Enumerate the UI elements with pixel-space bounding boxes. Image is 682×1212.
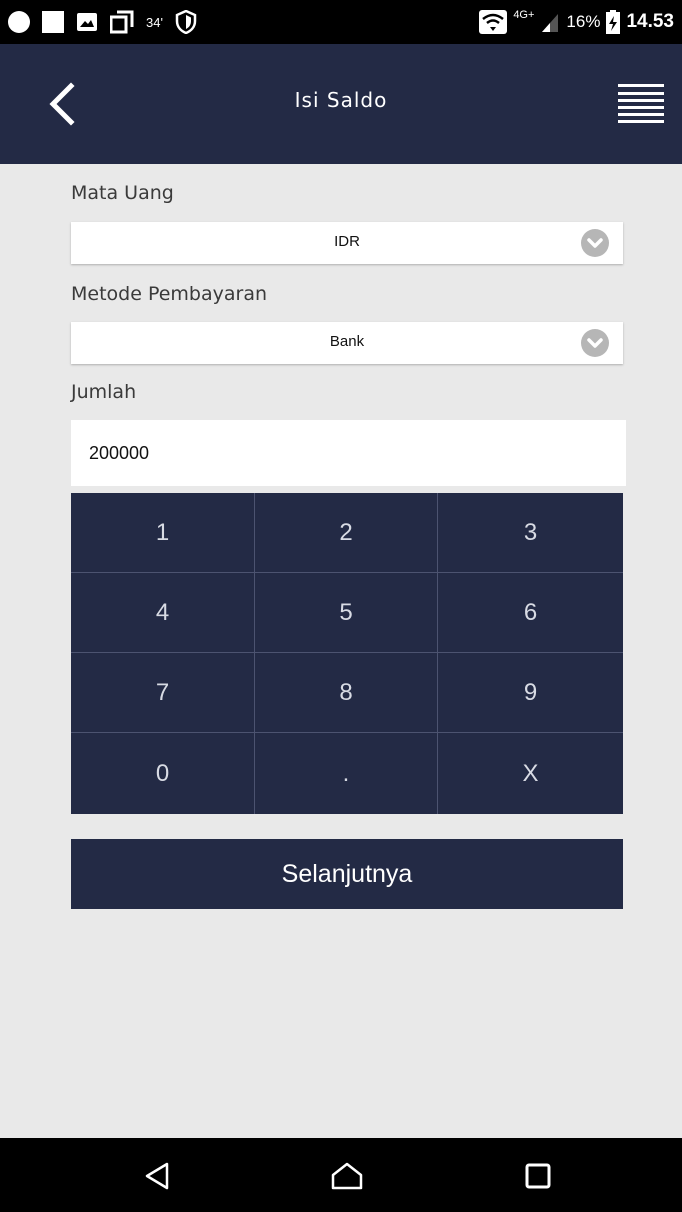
window-icon (110, 10, 134, 34)
key-8[interactable]: 8 (255, 653, 438, 733)
key-5[interactable]: 5 (255, 573, 438, 653)
key-9[interactable]: 9 (438, 653, 623, 733)
nav-recents-button[interactable] (518, 1156, 558, 1196)
app-bar: Isi Saldo (0, 44, 682, 164)
amount-input[interactable]: 200000 (71, 420, 626, 486)
nav-back-button[interactable] (138, 1156, 178, 1196)
key-clear[interactable]: X (438, 733, 623, 814)
key-decimal[interactable]: . (255, 733, 438, 814)
key-0[interactable]: 0 (71, 733, 255, 814)
menu-button[interactable] (618, 84, 664, 126)
numeric-keypad: 1 2 3 4 5 6 7 8 9 0 . X (71, 493, 623, 814)
chevron-down-icon (581, 229, 609, 257)
signal-icon (542, 14, 559, 32)
amount-value: 200000 (89, 443, 150, 463)
amount-label: Jumlah (71, 381, 137, 403)
circle-icon (8, 11, 30, 33)
recents-icon (525, 1163, 551, 1189)
key-7[interactable]: 7 (71, 653, 255, 733)
battery-percent: 16% (566, 12, 601, 31)
clock: 14.53 (626, 11, 674, 32)
payment-method-label: Metode Pembayaran (71, 283, 268, 305)
wifi-icon (479, 10, 508, 34)
key-6[interactable]: 6 (438, 573, 623, 653)
navigation-bar (0, 1138, 682, 1212)
shield-icon (175, 10, 197, 34)
page-title: Isi Saldo (294, 88, 388, 112)
payment-method-dropdown[interactable]: Bank (71, 322, 623, 364)
network-type: 4G+ (513, 9, 535, 21)
currency-label: Mata Uang (71, 182, 174, 204)
menu-icon (618, 84, 664, 123)
nav-home-button[interactable] (327, 1156, 367, 1196)
chevron-down-icon (581, 329, 609, 357)
home-icon (331, 1162, 363, 1190)
key-2[interactable]: 2 (255, 493, 438, 573)
status-bar-left: 34' (8, 8, 197, 36)
temperature-text: 34' (146, 14, 163, 30)
key-4[interactable]: 4 (71, 573, 255, 653)
status-bar: 34' 4G+ 16% 14.53 (0, 0, 682, 44)
currency-dropdown[interactable]: IDR (71, 222, 623, 264)
square-icon (42, 11, 64, 33)
status-bar-right: 4G+ 16% 14.53 (479, 8, 674, 36)
next-button[interactable]: Selanjutnya (71, 839, 623, 909)
triangle-back-icon (145, 1162, 169, 1190)
currency-value: IDR (334, 233, 360, 250)
payment-method-value: Bank (329, 333, 365, 350)
image-icon (77, 13, 97, 31)
key-3[interactable]: 3 (438, 493, 623, 573)
key-1[interactable]: 1 (71, 493, 255, 573)
battery-charging-icon (606, 10, 621, 34)
